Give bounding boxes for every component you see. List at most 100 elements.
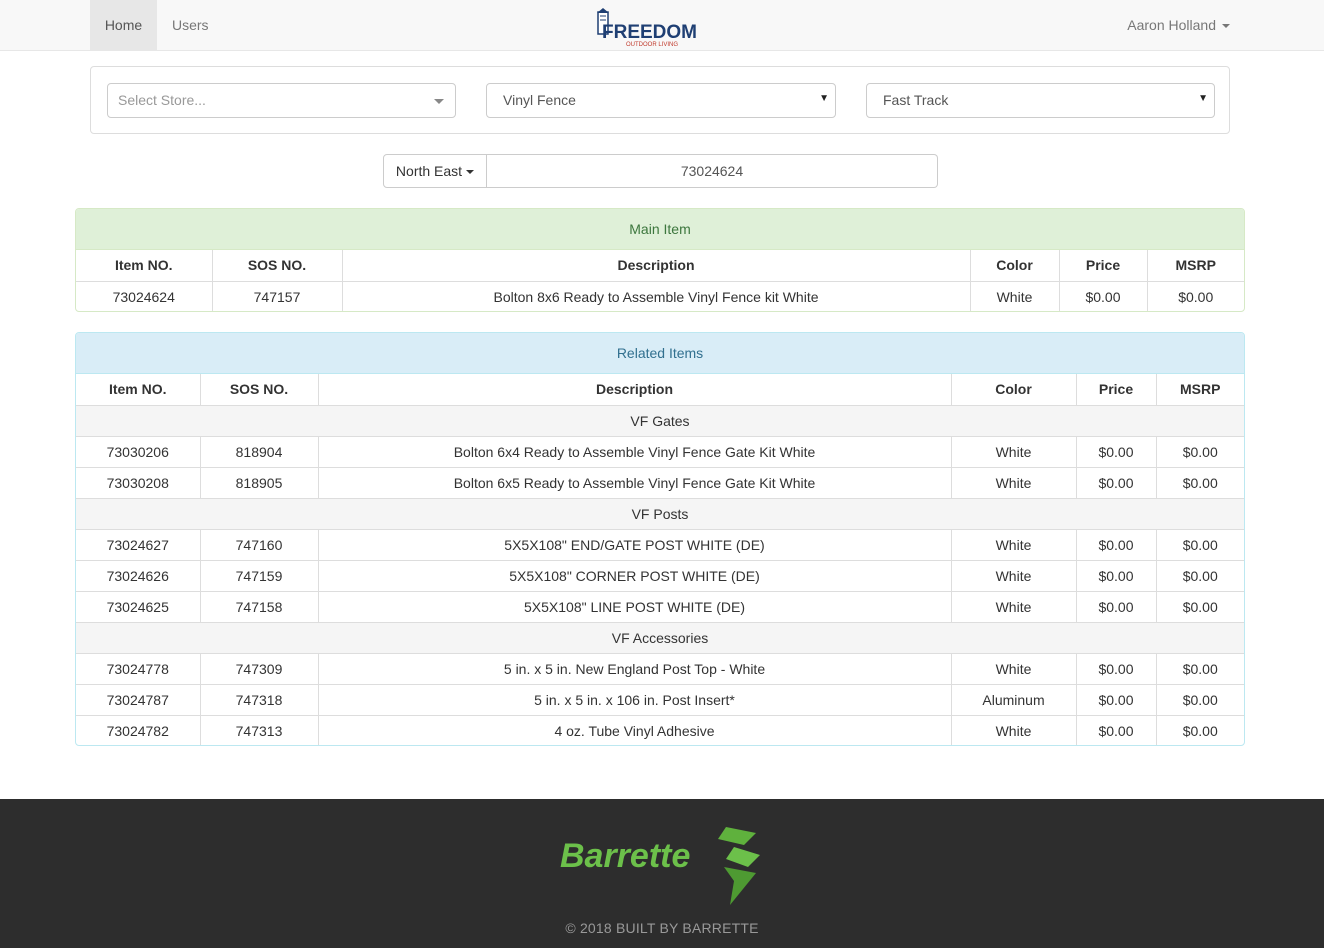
cell-description: 5X5X108" END/GATE POST WHITE (DE) (318, 529, 952, 561)
table-row[interactable]: 73024627 747160 5X5X108" END/GATE POST W… (76, 529, 1244, 561)
cell-msrp: $0.00 (1156, 684, 1244, 716)
cell-sos-no: 747309 (200, 653, 319, 685)
cell-description: 5 in. x 5 in. New England Post Top - Whi… (318, 653, 952, 685)
cell-sos-no: 747158 (200, 591, 319, 623)
table-row[interactable]: 73030208 818905 Bolton 6x5 Ready to Asse… (76, 467, 1244, 499)
cell-sos-no: 818905 (200, 467, 319, 499)
cell-msrp: $0.00 (1156, 529, 1244, 561)
product-line-value: Vinyl Fence (503, 92, 576, 108)
barrette-logo: Barrette (560, 827, 760, 905)
cell-sos-no: 747159 (200, 560, 319, 592)
table-row[interactable]: 73024624 747157 Bolton 8x6 Ready to Asse… (76, 281, 1244, 311)
cell-color: White (970, 281, 1060, 311)
region-dropdown-button[interactable]: North East (383, 154, 487, 188)
region-label: North East (395, 163, 463, 179)
brand-tagline: OUTDOOR LIVING (626, 42, 678, 48)
cell-price: $0.00 (1076, 436, 1157, 468)
table-row[interactable]: 73024782 747313 4 oz. Tube Vinyl Adhesiv… (76, 715, 1244, 745)
cell-item-no: 73030206 (76, 436, 201, 468)
cell-item-no: 73024624 (76, 281, 213, 311)
cell-color: White (951, 653, 1077, 685)
table-row[interactable]: 73024787 747318 5 in. x 5 in. x 106 in. … (76, 684, 1244, 716)
cell-description: Bolton 6x5 Ready to Assemble Vinyl Fence… (318, 467, 952, 499)
cell-item-no: 73024782 (76, 715, 201, 745)
table-row[interactable]: 73024626 747159 5X5X108" CORNER POST WHI… (76, 560, 1244, 592)
col-header-price[interactable]: Price (1059, 250, 1148, 282)
cell-price: $0.00 (1076, 591, 1157, 623)
cell-description: 5X5X108" CORNER POST WHITE (DE) (318, 560, 952, 592)
cell-msrp: $0.00 (1156, 436, 1244, 468)
store-select[interactable]: Select Store... (107, 83, 456, 118)
cell-sos-no: 747313 (200, 715, 319, 745)
table-row[interactable]: 73024778 747309 5 in. x 5 in. New Englan… (76, 653, 1244, 685)
cell-color: White (951, 529, 1077, 561)
cell-item-no: 73030208 (76, 467, 201, 499)
program-value: Fast Track (883, 92, 949, 108)
cell-description: Bolton 6x4 Ready to Assemble Vinyl Fence… (318, 436, 952, 468)
cell-description: 5X5X108" LINE POST WHITE (DE) (318, 591, 952, 623)
cell-sos-no: 818904 (200, 436, 319, 468)
group-row: VF Posts (76, 498, 1244, 530)
cell-price: $0.00 (1076, 715, 1157, 745)
nav-home-link[interactable]: Home (90, 0, 157, 50)
cell-description: 4 oz. Tube Vinyl Adhesive (318, 715, 952, 745)
chevron-down-icon (1222, 24, 1230, 29)
cell-msrp: $0.00 (1182, 722, 1218, 739)
cell-color: White (951, 715, 1077, 745)
cell-color: White (951, 467, 1077, 499)
user-menu[interactable]: Aaron Holland (1127, 0, 1230, 50)
group-label: VF Posts (76, 498, 1244, 530)
cell-color: White (951, 560, 1077, 592)
cell-price: $0.00 (1076, 529, 1157, 561)
cell-msrp: $0.00 (1156, 467, 1244, 499)
program-select[interactable]: Fast Track ▼ (866, 83, 1215, 118)
footer: Barrette © 2018 BUILT BY BARRETTE (0, 799, 1324, 948)
col-header-description[interactable]: Description (318, 374, 952, 406)
cell-msrp: $0.00 (1178, 288, 1214, 305)
cell-item-no: 73024626 (76, 560, 201, 592)
group-label: VF Gates (76, 405, 1244, 437)
col-header-sos-no[interactable]: SOS NO. (200, 374, 319, 406)
cell-description: 5 in. x 5 in. x 106 in. Post Insert* (318, 684, 952, 716)
col-header-color[interactable]: Color (951, 374, 1077, 406)
cell-msrp: $0.00 (1156, 653, 1244, 685)
main-item-panel: Main Item Item NO. SOS NO. Description C… (75, 208, 1245, 312)
filter-panel: Select Store... Vinyl Fence ▼ Fast Track… (90, 66, 1230, 134)
cell-item-no: 73024625 (76, 591, 201, 623)
col-header-item-no[interactable]: Item NO. (76, 374, 201, 406)
group-row: VF Accessories (76, 622, 1244, 654)
col-header-description[interactable]: Description (342, 250, 971, 282)
group-label: VF Accessories (76, 622, 1244, 654)
cell-item-no: 73024778 (76, 653, 201, 685)
col-header-msrp[interactable]: MSRP (1147, 250, 1244, 282)
cell-sos-no: 747318 (200, 684, 319, 716)
related-items-heading: Related Items (76, 333, 1244, 374)
col-header-color[interactable]: Color (970, 250, 1060, 282)
barrette-logo-text: Barrette (560, 837, 690, 875)
cell-msrp: $0.00 (1156, 591, 1244, 623)
col-header-msrp[interactable]: MSRP (1156, 374, 1244, 406)
copyright-text: © 2018 BUILT BY BARRETTE (565, 920, 759, 936)
col-header-sos-no[interactable]: SOS NO. (212, 250, 343, 282)
chevron-down-icon (466, 170, 475, 175)
group-row: VF Gates (76, 405, 1244, 437)
col-header-item-no[interactable]: Item NO. (76, 250, 213, 282)
cell-sos-no: 747157 (212, 281, 343, 311)
cell-color: White (951, 591, 1077, 623)
cell-price: $0.00 (1076, 467, 1157, 499)
main-item-table: Item NO. SOS NO. Description Color Price… (76, 250, 1244, 311)
cell-description: Bolton 8x6 Ready to Assemble Vinyl Fence… (342, 281, 971, 311)
item-search-input[interactable] (487, 154, 938, 188)
dropdown-arrow-icon: ▼ (1198, 93, 1208, 104)
cell-item-no: 73024787 (76, 684, 201, 716)
top-navbar: Home Users FREEDOM OUTDOOR LIVING Aaron … (0, 0, 1324, 51)
freedom-logo[interactable]: FREEDOM OUTDOOR LIVING (596, 6, 696, 48)
cell-msrp: $0.00 (1156, 560, 1244, 592)
table-row[interactable]: 73030206 818904 Bolton 6x4 Ready to Asse… (76, 436, 1244, 468)
nav-users-link[interactable]: Users (157, 0, 224, 50)
cell-sos-no: 747160 (200, 529, 319, 561)
table-row[interactable]: 73024625 747158 5X5X108" LINE POST WHITE… (76, 591, 1244, 623)
product-line-select[interactable]: Vinyl Fence ▼ (486, 83, 836, 118)
col-header-price[interactable]: Price (1076, 374, 1157, 406)
cell-price: $0.00 (1076, 684, 1157, 716)
